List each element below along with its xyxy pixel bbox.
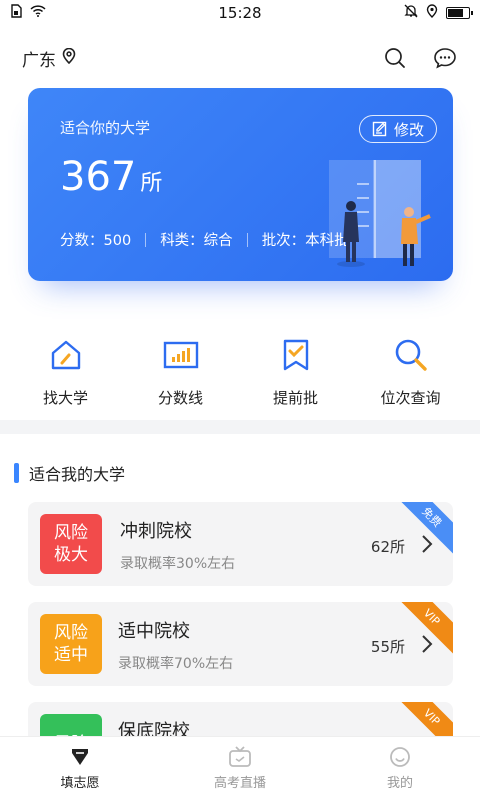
location-selector[interactable]: 广东 [22,46,76,71]
search-icon [391,335,431,375]
risk-badge: 风险适中 [40,614,102,674]
top-bar: 广东 [0,40,480,76]
quick-label: 位次查询 [380,389,441,407]
nav-fill-volunteer[interactable]: 填志愿 [0,737,160,800]
bottom-nav: 填志愿 高考直播 我的 [0,736,480,800]
search-icon [385,48,405,68]
hero-count-number: 367 [60,154,137,200]
nav-label: 我的 [386,776,413,791]
recommendation-card[interactable]: 适合你的大学 367 所 修改 分数：500 科类：综合 批次：本科批 [28,88,453,281]
category-card-sprint[interactable]: 风险极大 冲刺院校 录取概率30%左右 62所 免费 [28,502,453,586]
nav-label: 高考直播 [213,776,266,791]
subject-info: 科类：综合 [160,233,233,249]
chevron-right-icon [422,535,433,553]
edit-label: 修改 [393,120,424,139]
section-divider [0,420,480,434]
battery-icon [446,7,473,19]
quick-actions: 找大学 分数线 提前批 位次查询 [0,335,480,408]
edit-button[interactable]: 修改 [358,115,437,143]
quick-find-university[interactable]: 找大学 [8,335,123,408]
chat-bubble-icon [434,48,456,69]
card-count: 55所 [370,638,405,656]
search-button[interactable] [382,45,408,71]
bar-chart-icon [161,335,201,375]
smile-icon [390,747,410,767]
quick-label: 分数线 [157,389,203,407]
quick-label: 找大学 [42,389,88,407]
volunteer-icon [72,749,88,765]
hero-count-unit: 所 [140,171,163,196]
card-title: 适中院校 [118,621,190,642]
location-label: 广东 [22,50,56,71]
nav-label: 填志愿 [60,776,100,791]
home-pencil-icon [46,335,86,375]
location-pin-icon [62,47,76,69]
category-card-moderate[interactable]: 风险适中 适中院校 录取概率70%左右 55所 VIP [28,602,453,686]
meta-divider [246,232,248,247]
meta-divider [145,232,147,247]
bookmark-check-icon [276,335,316,375]
card-title: 冲刺院校 [120,521,192,542]
message-button[interactable] [432,45,458,71]
card-count: 62所 [370,538,405,556]
card-desc: 录取概率30%左右 [120,556,236,572]
quick-rank-query[interactable]: 位次查询 [353,335,468,408]
section-header: 适合我的大学 [14,461,125,485]
section-accent-bar [14,463,19,483]
section-title: 适合我的大学 [29,465,126,484]
nav-me[interactable]: 我的 [320,737,480,800]
hero-subtitle: 适合你的大学 [60,119,151,137]
hero-count: 367 所 [60,154,162,200]
nav-live[interactable]: 高考直播 [160,737,320,800]
risk-badge: 风险极大 [40,514,102,574]
tv-icon [229,746,251,767]
chevron-right-icon [422,635,433,653]
hero-illustration [329,160,431,267]
status-bar: 15:28 [0,0,480,26]
status-time: 15:28 [218,4,262,22]
card-desc: 录取概率70%左右 [118,656,234,672]
edit-icon [372,121,387,137]
quick-score-line[interactable]: 分数线 [123,335,238,408]
quick-label: 提前批 [272,389,318,407]
quick-early-batch[interactable]: 提前批 [238,335,353,408]
score-info: 分数：500 [60,233,132,249]
